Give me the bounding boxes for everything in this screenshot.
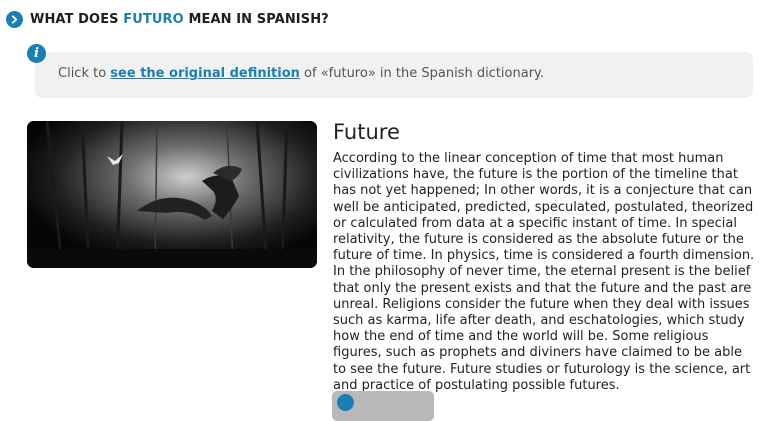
title-word: futuro <box>123 12 184 27</box>
info-suffix: of «futuro» in the Spanish dictionary. <box>299 66 545 81</box>
chevron-right-icon[interactable] <box>6 11 23 28</box>
article-heading: Future <box>333 120 400 144</box>
article-body: According to the linear conception of ti… <box>333 151 755 393</box>
info-prefix: Click to <box>58 66 111 81</box>
title-prefix: What does <box>30 12 124 27</box>
chevron-down-icon <box>337 394 354 411</box>
section-title: What does futuro mean in Spanish? <box>30 12 329 27</box>
read-more-button[interactable] <box>332 391 434 421</box>
article-image <box>27 121 317 268</box>
original-definition-link[interactable]: see the original definition <box>110 66 300 81</box>
info-icon: i <box>27 44 46 63</box>
info-box: Click to see the original definition of … <box>35 52 753 98</box>
section-header: What does futuro mean in Spanish? <box>6 11 329 28</box>
title-suffix: mean in Spanish? <box>183 12 329 27</box>
